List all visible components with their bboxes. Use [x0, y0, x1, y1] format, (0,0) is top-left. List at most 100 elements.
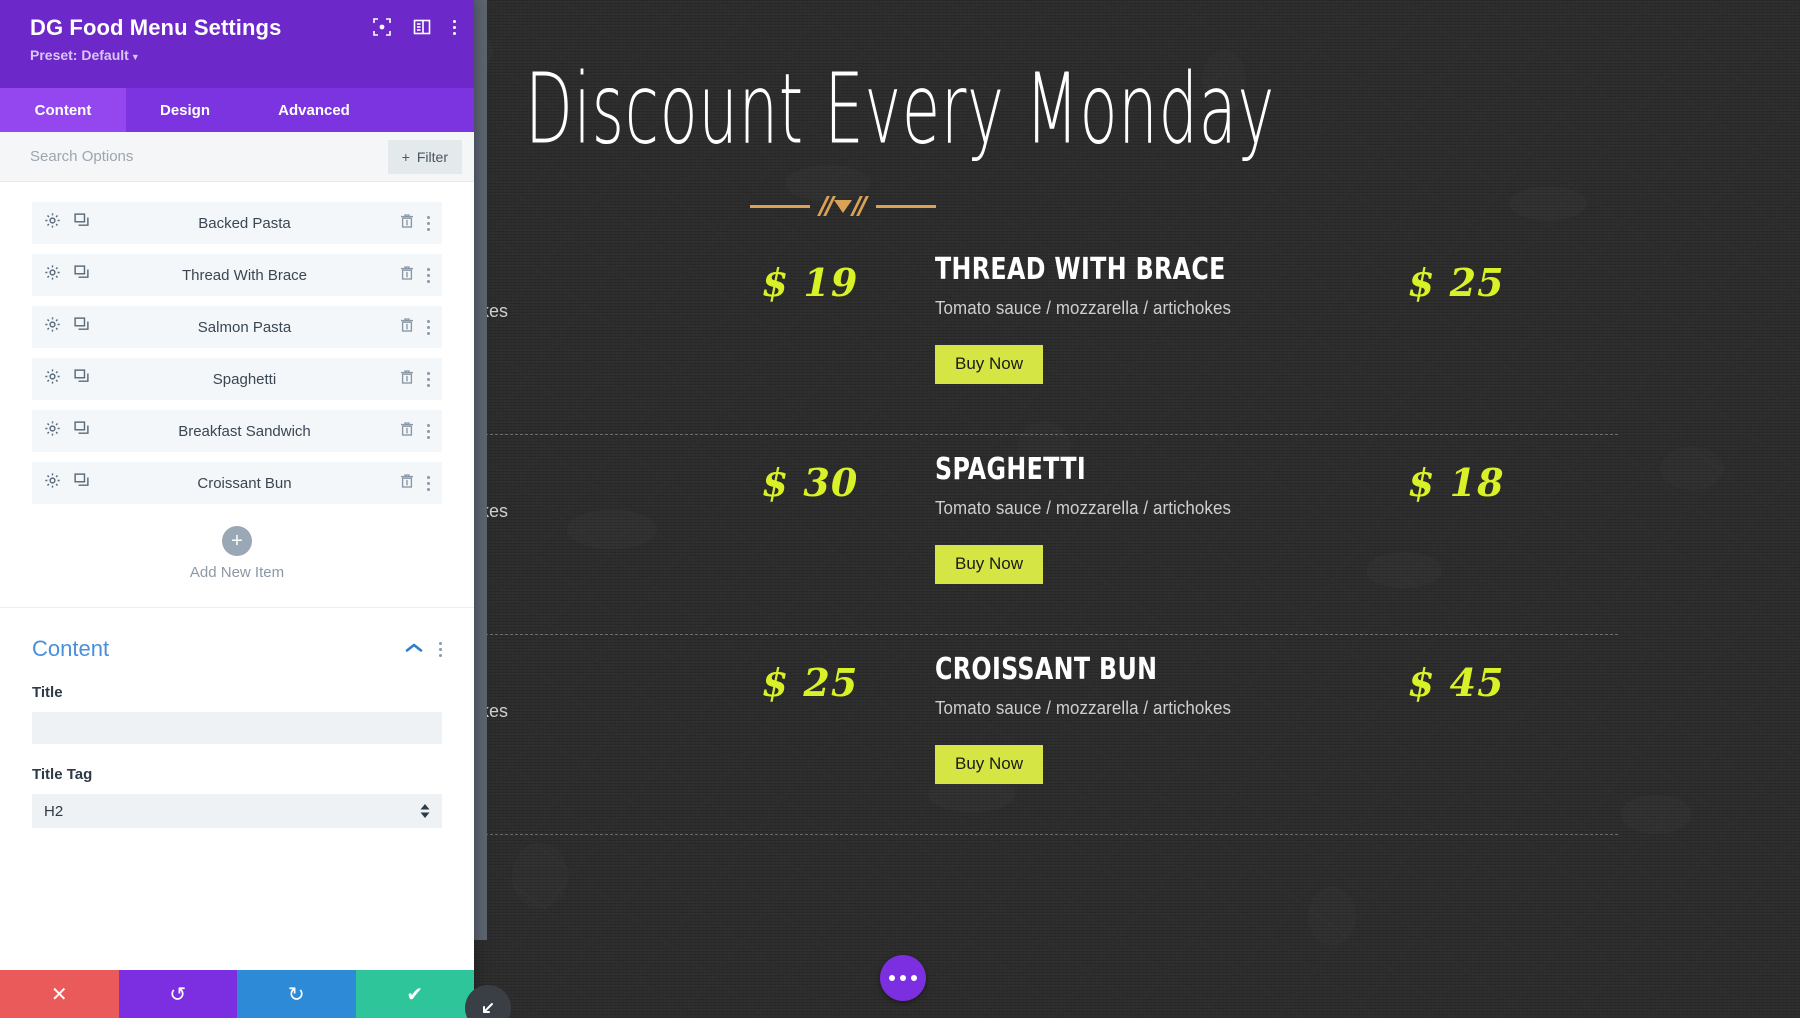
list-item-label: Spaghetti — [212, 370, 277, 388]
left-price: $ 25 — [761, 660, 859, 705]
save-button[interactable]: ✔ — [355, 970, 474, 1018]
duplicate-icon[interactable] — [73, 420, 90, 442]
right-column-price-wrap: $ 18 — [1408, 460, 1618, 505]
more-options-fab[interactable] — [880, 955, 926, 1001]
tab-design[interactable]: Design — [126, 88, 244, 132]
search-bar: + Filter — [0, 132, 474, 182]
gear-icon[interactable] — [44, 264, 61, 286]
menu-item-description: Tomato sauce / mozzarella / artichokes — [935, 298, 1232, 318]
dot — [427, 435, 430, 439]
trash-icon[interactable] — [399, 369, 415, 390]
item-left-icons — [44, 420, 90, 442]
preset-selector[interactable]: Preset: Default ▼ — [30, 47, 456, 63]
more-vertical-icon[interactable] — [427, 319, 430, 335]
item-right-icons — [399, 421, 430, 442]
right-column-price-wrap: $ 45 — [1408, 660, 1618, 705]
gear-icon[interactable] — [44, 316, 61, 338]
list-item[interactable]: Backed Pasta — [32, 202, 442, 244]
duplicate-icon[interactable] — [73, 316, 90, 338]
duplicate-icon[interactable] — [73, 264, 90, 286]
plus-icon[interactable]: + — [222, 526, 252, 556]
dot — [427, 215, 430, 219]
gear-icon[interactable] — [44, 212, 61, 234]
item-right-icons — [399, 369, 430, 390]
tab-advanced[interactable]: Advanced — [244, 88, 384, 132]
more-vertical-icon[interactable] — [427, 371, 430, 387]
duplicate-icon[interactable] — [73, 368, 90, 390]
divider-bar-right — [875, 204, 936, 208]
title-field-label: Title — [32, 684, 63, 701]
panel-header: DG Food Menu Settings Preset: Default ▼ — [0, 0, 474, 88]
redo-button[interactable]: ↻ — [237, 970, 356, 1018]
add-new-item-label: Add New Item — [189, 564, 285, 581]
search-input[interactable] — [0, 148, 388, 165]
right-price: $ 25 — [1408, 260, 1505, 305]
divider-zigzag — [816, 196, 869, 216]
list-item[interactable]: Salmon Pasta — [32, 306, 442, 348]
section-title: Content — [32, 636, 110, 661]
gear-icon[interactable] — [44, 472, 61, 494]
trash-icon[interactable] — [399, 265, 415, 286]
dot — [427, 383, 430, 387]
panel-scrollbar[interactable] — [474, 0, 487, 940]
cancel-button[interactable]: ✕ — [0, 970, 119, 1018]
item-left-icons — [44, 368, 90, 390]
gear-icon[interactable] — [44, 420, 61, 442]
left-column-price-wrap: $ 19 — [720, 260, 900, 305]
menu-item-description: Tomato sauce / mozzarella / artichokes — [935, 498, 1232, 518]
more-vertical-icon[interactable] — [427, 267, 430, 283]
duplicate-icon[interactable] — [73, 472, 90, 494]
buy-now-button[interactable]: Buy Now — [935, 545, 1044, 585]
gear-icon[interactable] — [44, 368, 61, 390]
dot — [427, 377, 430, 381]
child-items-list: Backed Pasta Thread With Brace Salmon Pa… — [0, 182, 474, 607]
list-item[interactable]: Spaghetti — [32, 358, 442, 400]
item-right-icons — [399, 317, 430, 338]
dot — [427, 319, 430, 323]
settings-tabs: Content Design Advanced — [0, 88, 474, 132]
add-new-item[interactable]: + Add New Item — [32, 514, 442, 607]
left-price: $ 30 — [761, 460, 859, 505]
filter-button[interactable]: + Filter — [387, 139, 462, 174]
item-right-icons — [399, 473, 430, 494]
focus-icon[interactable] — [373, 18, 391, 36]
tab-content[interactable]: Content — [0, 88, 126, 132]
filter-button-label: Filter — [416, 148, 448, 165]
undo-button[interactable]: ↺ — [118, 970, 237, 1018]
row-separator — [470, 634, 1618, 635]
duplicate-icon[interactable] — [73, 212, 90, 234]
trash-icon[interactable] — [399, 213, 415, 234]
row-separator — [470, 434, 1618, 435]
list-item[interactable]: Thread With Brace — [32, 254, 442, 296]
list-item[interactable]: Croissant Bun — [32, 462, 442, 504]
panel-action-bar: ✕ ↺ ↻ ✔ — [0, 970, 474, 1018]
buy-now-button[interactable]: Buy Now — [935, 745, 1044, 785]
list-item[interactable]: Breakfast Sandwich — [32, 410, 442, 452]
trash-icon[interactable] — [399, 421, 415, 442]
title-input[interactable] — [32, 712, 442, 744]
buy-now-button[interactable]: Buy Now — [935, 345, 1044, 385]
dot — [427, 267, 430, 271]
chevron-updown-icon — [420, 804, 430, 818]
dot — [427, 279, 430, 283]
more-vertical-icon[interactable] — [427, 215, 430, 231]
list-item-label: Salmon Pasta — [197, 318, 292, 336]
more-vertical-icon[interactable] — [427, 423, 430, 439]
more-vertical-icon[interactable] — [427, 475, 430, 491]
more-vertical-icon[interactable] — [439, 641, 442, 657]
divider-bar-left — [749, 204, 810, 208]
trash-icon[interactable] — [399, 317, 415, 338]
more-vertical-icon[interactable] — [453, 19, 456, 35]
panel-scroll-area: Backed Pasta Thread With Brace Salmon Pa… — [0, 182, 474, 970]
dot — [427, 221, 430, 225]
menu-item-title: CROISSANT BUN — [935, 652, 1158, 687]
trash-icon[interactable] — [399, 473, 415, 494]
left-price: $ 19 — [761, 260, 859, 305]
dot — [453, 25, 456, 29]
title-tag-select[interactable]: H2 — [32, 794, 442, 828]
layout-panel-icon[interactable] — [413, 18, 431, 36]
dot — [427, 325, 430, 329]
chevron-up-icon[interactable] — [405, 639, 423, 659]
dot — [439, 647, 442, 651]
dot — [427, 371, 430, 375]
